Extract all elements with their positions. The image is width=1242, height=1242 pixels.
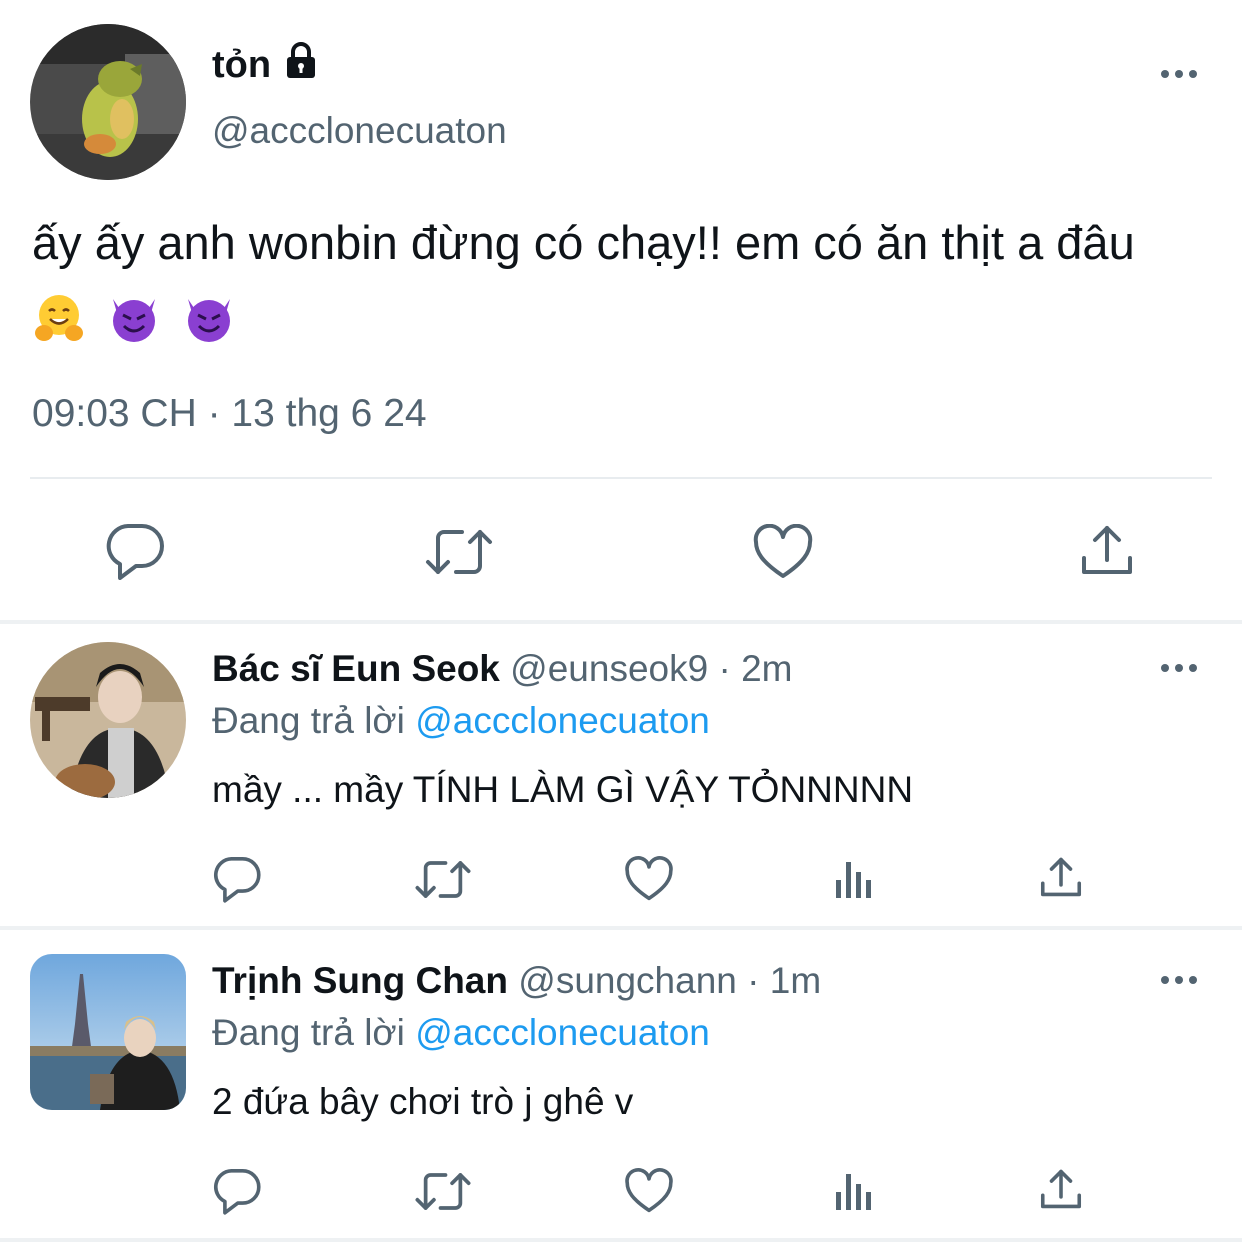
tweet-text: ấy ấy anh wonbin đừng có chạy!! em có ăn… <box>32 216 1135 269</box>
reply-time: · 2m <box>708 648 793 689</box>
reply-header: Bác sĩ Eun Seok @eunseok9 · 2m <box>212 648 792 690</box>
views-icon[interactable] <box>834 858 878 905</box>
share-icon[interactable] <box>1038 1166 1084 1217</box>
reply-icon[interactable] <box>104 522 166 585</box>
reply-author-name[interactable]: Bác sĩ Eun Seok <box>212 648 500 689</box>
reply-text: 2 đứa bây chơi trò j ghê v <box>212 1081 634 1122</box>
author-avatar[interactable] <box>30 24 186 180</box>
retweet-icon[interactable] <box>424 526 494 583</box>
share-icon[interactable] <box>1078 522 1136 583</box>
reply-time: · 1m <box>736 960 822 1001</box>
tweet-body: ấy ấy anh wonbin đừng có chạy!! em có ăn… <box>32 205 1222 357</box>
retweet-icon[interactable] <box>414 858 472 906</box>
more-options-icon[interactable] <box>1157 64 1201 84</box>
reply-author-handle[interactable]: @sungchann <box>518 960 737 1001</box>
reply-author-handle[interactable]: @eunseok9 <box>510 648 708 689</box>
more-options-icon[interactable] <box>1157 658 1201 678</box>
divider <box>30 477 1212 479</box>
section-divider <box>0 926 1242 930</box>
lock-icon <box>281 40 321 90</box>
reply-author-name[interactable]: Trịnh Sung Chan <box>212 960 508 1001</box>
reply-text: mầy ... mầy TÍNH LÀM GÌ VẬY TỎNNNNN <box>212 769 914 810</box>
like-icon[interactable] <box>624 1168 674 1219</box>
views-icon[interactable] <box>834 1170 878 1217</box>
retweet-icon[interactable] <box>414 1170 472 1218</box>
share-icon[interactable] <box>1038 854 1084 905</box>
smiling-devil-emoji <box>188 299 231 342</box>
reply-avatar[interactable] <box>30 642 186 798</box>
reply-avatar[interactable] <box>30 954 186 1110</box>
tweet-timestamp[interactable]: 09:03 CH · 13 thg 6 24 <box>32 392 427 436</box>
reply-icon[interactable] <box>212 1167 262 1220</box>
reply-header: Trịnh Sung Chan @sungchann · 1m <box>212 960 821 1002</box>
replying-to: Đang trả lời @accclonecuaton <box>212 700 710 742</box>
like-icon[interactable] <box>752 523 814 585</box>
smiling-devil-emoji <box>113 299 156 342</box>
replying-label: Đang trả lời <box>212 1012 416 1053</box>
like-icon[interactable] <box>624 856 674 907</box>
author-name: tỏn <box>212 43 272 86</box>
section-divider <box>0 1238 1242 1242</box>
author-handle[interactable]: @accclonecuaton <box>212 110 507 152</box>
author-name-row[interactable]: tỏn <box>212 40 321 90</box>
section-divider <box>0 620 1242 624</box>
replying-label: Đang trả lời <box>212 700 416 741</box>
more-options-icon[interactable] <box>1157 970 1201 990</box>
hugging-face-emoji <box>35 295 83 341</box>
replying-to-link[interactable]: @accclonecuaton <box>415 1012 710 1053</box>
replying-to-link[interactable]: @accclonecuaton <box>415 700 710 741</box>
replying-to: Đang trả lời @accclonecuaton <box>212 1012 710 1054</box>
reply-icon[interactable] <box>212 855 262 908</box>
